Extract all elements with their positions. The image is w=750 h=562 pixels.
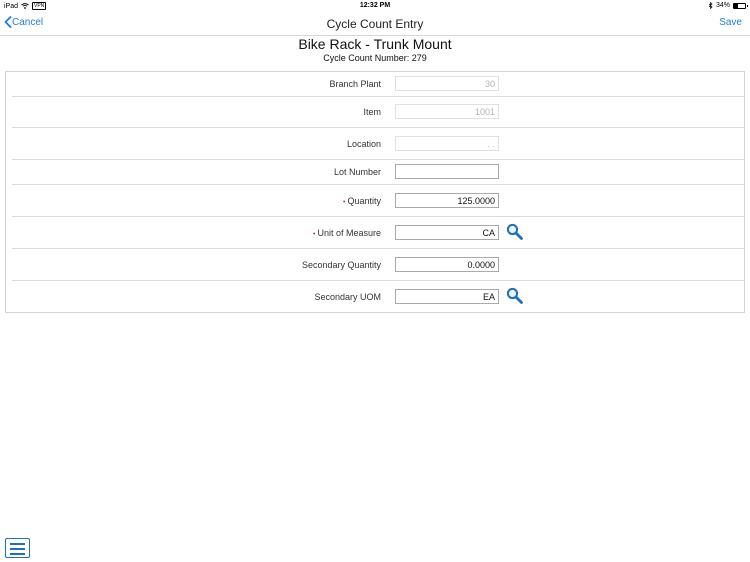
status-time: 12:32 PM — [359, 2, 391, 9]
unit-of-measure-label: • Unit of Measure — [313, 228, 381, 238]
secondary-quantity-input[interactable] — [395, 257, 499, 272]
cycle-count-form: Branch Plant Item Location Lot Number •Q… — [5, 71, 745, 313]
quantity-label: • Quantity — [343, 196, 381, 206]
form-row-lot-number: Lot Number — [12, 160, 745, 185]
record-subtitle: Cycle Count Number: 279 — [323, 53, 427, 63]
item-field — [395, 104, 499, 119]
item-label: Item — [363, 107, 381, 117]
status-bar: iPad VPN 12:32 PM 34% — [0, 0, 750, 12]
quantity-input[interactable] — [395, 193, 499, 208]
bluetooth-icon — [708, 2, 713, 9]
location-label: Location — [346, 139, 381, 149]
form-row-branch-plant: Branch Plant — [12, 72, 745, 97]
page-title: Cycle Count Entry — [326, 17, 424, 31]
navigation-bar: Cancel Cycle Count Entry Save — [0, 12, 750, 36]
secondary-quantity-label: Secondary Quantity — [301, 260, 381, 270]
status-right: 34% — [708, 2, 748, 9]
branch-plant-label: Branch Plant — [329, 79, 381, 89]
required-marker: • — [343, 199, 346, 206]
unit-of-measure-search-icon[interactable] — [506, 223, 523, 240]
secondary-uom-label: Secondary UOM — [314, 292, 381, 302]
unit-of-measure-input[interactable] — [395, 225, 499, 240]
secondary-uom-input[interactable] — [395, 289, 499, 304]
lot-number-input[interactable] — [395, 164, 499, 179]
form-row-quantity: • Quantity — [12, 185, 745, 217]
battery-level — [734, 3, 738, 8]
form-row-unit-of-measure: • Unit of Measure — [12, 217, 745, 249]
form-row-item: Item — [12, 97, 745, 128]
form-row-secondary-quantity: Secondary Quantity — [12, 249, 745, 281]
required-marker: • — [313, 231, 316, 238]
lot-number-label: Lot Number — [333, 167, 381, 177]
record-title: Bike Rack - Trunk Mount — [298, 36, 452, 52]
form-row-secondary-uom: Secondary UOM — [12, 281, 745, 313]
battery-percent: 34% — [715, 2, 730, 9]
menu-button[interactable] — [5, 538, 30, 558]
save-button[interactable]: Save — [719, 17, 742, 28]
secondary-uom-search-icon[interactable] — [506, 287, 523, 304]
location-field — [395, 136, 499, 151]
branch-plant-field — [395, 76, 499, 91]
form-row-location: Location — [12, 128, 745, 160]
battery-icon — [733, 2, 748, 9]
